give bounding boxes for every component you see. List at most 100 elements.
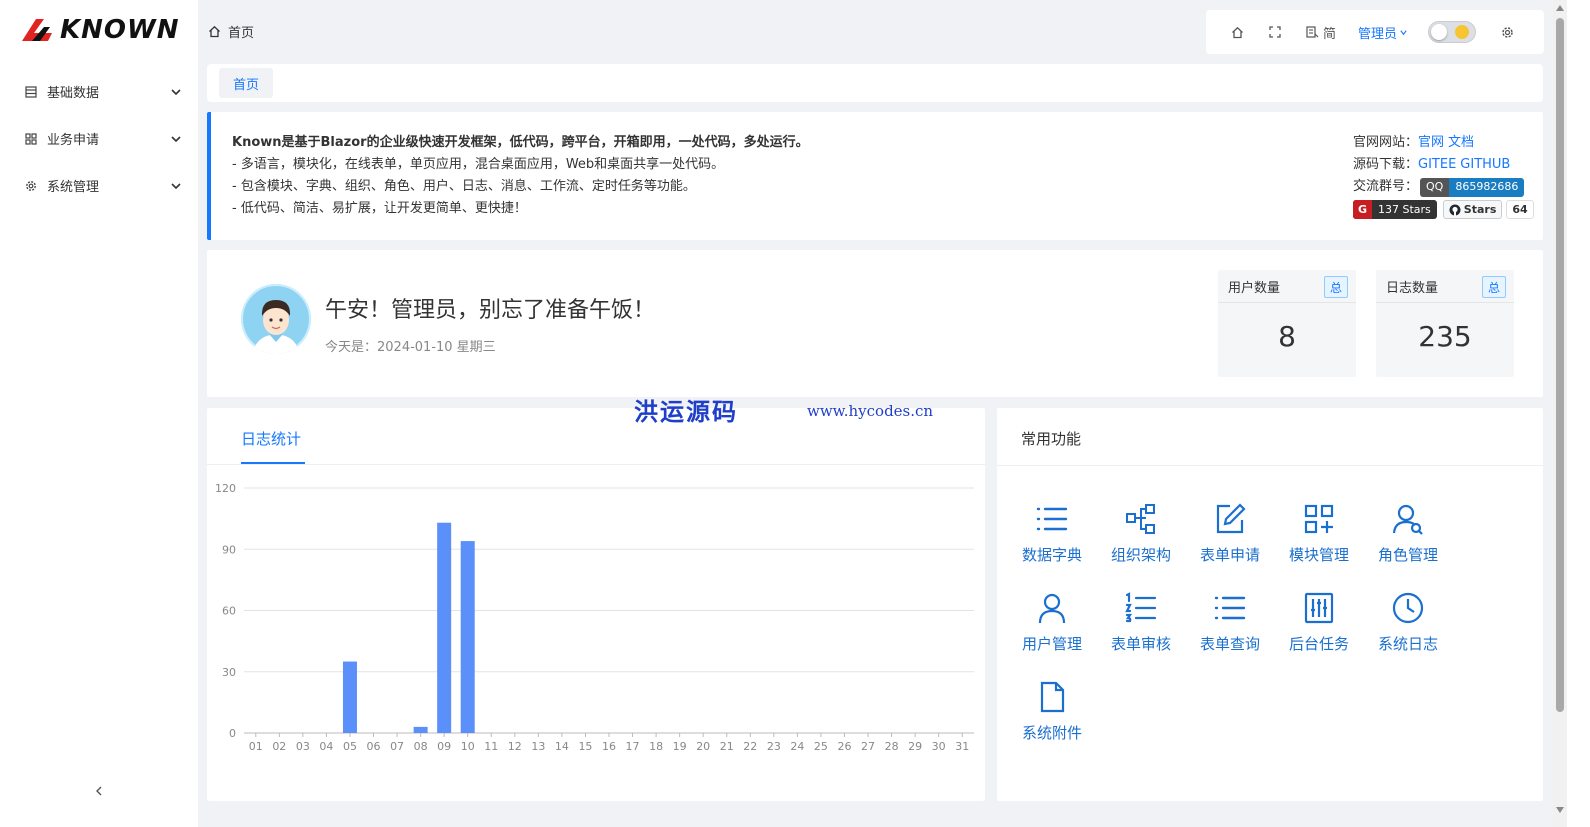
gear-icon — [24, 179, 38, 193]
sidebar-item-basic-data[interactable]: 基础数据 — [0, 68, 198, 115]
gear-icon — [1501, 26, 1513, 38]
grid-icon — [24, 132, 38, 146]
qq-badge[interactable]: QQ 865982686 — [1420, 177, 1525, 197]
fullscreen-button[interactable] — [1256, 10, 1294, 54]
today-text: 今天是：2024-01-10 星期三 — [325, 340, 496, 355]
language-button[interactable]: 简 — [1294, 10, 1348, 54]
function-form-review[interactable]: 表单审核 — [1096, 587, 1186, 663]
breadcrumb-label: 首页 — [228, 26, 255, 41]
x-tick-label: 01 — [249, 740, 263, 753]
function-form-query[interactable]: 表单查询 — [1185, 587, 1275, 663]
intro-line: - 包含模块、字典、组织、角色、用户、日志、消息、工作流、定时任务等功能。 — [232, 179, 696, 194]
x-tick-label: 24 — [790, 740, 804, 753]
site-link-home[interactable]: 官网 — [1418, 132, 1444, 154]
qq-badge-value: 865982686 — [1449, 177, 1525, 197]
breadcrumb[interactable]: 首页 — [208, 22, 254, 41]
x-tick-label: 09 — [437, 740, 451, 753]
function-label: 系统日志 — [1377, 635, 1438, 653]
x-tick-label: 05 — [343, 740, 357, 753]
modules-icon — [1304, 504, 1334, 534]
function-form-apply[interactable]: 表单申请 — [1185, 498, 1275, 574]
tab-log-stats[interactable]: 日志统计 — [241, 428, 301, 449]
download-row: 源码下载： GITEE GITHUB — [1353, 154, 1534, 176]
x-tick-label: 17 — [626, 740, 640, 753]
download-label: 源码下载： — [1353, 157, 1419, 172]
stat-tag: 总 — [1324, 276, 1348, 298]
y-tick-label: 0 — [229, 727, 236, 740]
scrollbar[interactable] — [1553, 0, 1567, 827]
function-label: 表单查询 — [1199, 635, 1260, 653]
stat-card-logs: 日志数量 总 235 — [1376, 270, 1514, 377]
sidebar-menu: 基础数据 业务申请 系统管理 — [0, 68, 198, 209]
chevron-down-icon — [1400, 29, 1407, 35]
group-row: 交流群号： QQ 865982686 — [1353, 176, 1534, 198]
welcome-card: 午安！管理员，别忘了准备午饭！ 今天是：2024-01-10 星期三 用户数量 … — [207, 250, 1543, 397]
sidebar-item-system[interactable]: 系统管理 — [0, 162, 198, 209]
x-tick-label: 18 — [649, 740, 663, 753]
x-tick-label: 19 — [673, 740, 687, 753]
function-system-logs[interactable]: 系统日志 — [1363, 587, 1453, 663]
bar — [460, 541, 475, 733]
list-query-icon — [1214, 596, 1246, 620]
logo[interactable]: KNOWN — [22, 15, 179, 45]
site-row: 官网网站： 官网 文档 — [1353, 132, 1534, 154]
function-modules[interactable]: 模块管理 — [1274, 498, 1364, 574]
scroll-up-icon[interactable] — [1556, 5, 1564, 11]
user-menu-button[interactable]: 管理员 — [1348, 10, 1418, 54]
function-label: 表单申请 — [1199, 546, 1260, 564]
function-background-tasks[interactable]: 后台任务 — [1274, 587, 1364, 663]
ordered-list-icon — [1125, 592, 1157, 623]
avatar[interactable] — [241, 284, 311, 354]
sidebar-item-label: 业务申请 — [47, 133, 100, 148]
site-link-docs[interactable]: 文档 — [1448, 132, 1474, 154]
gitee-stars-badge[interactable]: G 137 Stars — [1353, 200, 1437, 219]
toolbar: 简 管理员 — [1206, 10, 1544, 54]
download-link-github[interactable]: GITHUB — [1460, 154, 1510, 176]
chevron-down-icon — [171, 88, 181, 95]
settings-button[interactable] — [1490, 10, 1524, 54]
sidebar-item-business[interactable]: 业务申请 — [0, 115, 198, 162]
x-tick-label: 25 — [814, 740, 828, 753]
y-tick-label: 60 — [222, 605, 236, 618]
x-tick-label: 13 — [531, 740, 545, 753]
stat-divider — [1376, 302, 1514, 303]
table-icon — [24, 85, 38, 99]
x-tick-label: 31 — [955, 740, 969, 753]
x-tick-label: 29 — [908, 740, 922, 753]
function-roles[interactable]: 角色管理 — [1363, 498, 1453, 574]
x-tick-label: 27 — [861, 740, 875, 753]
x-tick-label: 02 — [272, 740, 286, 753]
function-dictionary[interactable]: 数据字典 — [1007, 498, 1097, 574]
x-tick-label: 22 — [743, 740, 757, 753]
role-icon — [1392, 504, 1423, 535]
user-label: 管理员 — [1357, 26, 1397, 42]
intro-line: - 多语言，模块化，在线表单，单页应用，混合桌面应用，Web和桌面共享一处代码。 — [232, 157, 725, 172]
log-bar-chart: 0 30 60 90 120 01 02 03 04 05 06 07 08 09 10 11 12 13 14 15… — [215, 482, 974, 753]
qq-badge-key: QQ — [1420, 177, 1450, 197]
function-org-structure[interactable]: 组织架构 — [1096, 498, 1186, 574]
function-label: 表单审核 — [1110, 635, 1171, 653]
tab-home[interactable]: 首页 — [219, 68, 274, 98]
function-attachments[interactable]: 系统附件 — [1007, 676, 1097, 752]
function-label: 角色管理 — [1377, 546, 1438, 564]
divider — [997, 465, 1543, 466]
watermark-text: 洪运源码 — [634, 398, 738, 426]
collapse-sidebar-button[interactable] — [90, 782, 108, 800]
function-users[interactable]: 用户管理 — [1007, 587, 1097, 663]
y-tick-label: 30 — [222, 666, 236, 679]
sidebar: KNOWN 基础数据 业务申请 系统管理 — [0, 0, 198, 827]
theme-toggle[interactable] — [1428, 21, 1476, 43]
download-link-gitee[interactable]: GITEE — [1418, 154, 1456, 176]
x-tick-label: 15 — [578, 740, 592, 753]
x-tick-label: 26 — [837, 740, 851, 753]
home-button[interactable] — [1218, 10, 1256, 54]
x-tick-label: 28 — [885, 740, 899, 753]
scrollbar-thumb[interactable] — [1556, 18, 1564, 712]
github-stars-label: Stars — [1463, 202, 1497, 216]
scroll-down-icon[interactable] — [1556, 807, 1564, 813]
x-tick-label: 21 — [720, 740, 734, 753]
github-stars-badge[interactable]: Stars 64 — [1442, 200, 1534, 219]
fullscreen-icon — [1269, 26, 1281, 38]
intro-text: Known是基于Blazor的企业级快速开发框架，低代码，跨平台，开箱即用，一处… — [232, 132, 809, 220]
intro-line: - 低代码、简洁、易扩展，让开发更简单、更快捷！ — [232, 201, 527, 216]
